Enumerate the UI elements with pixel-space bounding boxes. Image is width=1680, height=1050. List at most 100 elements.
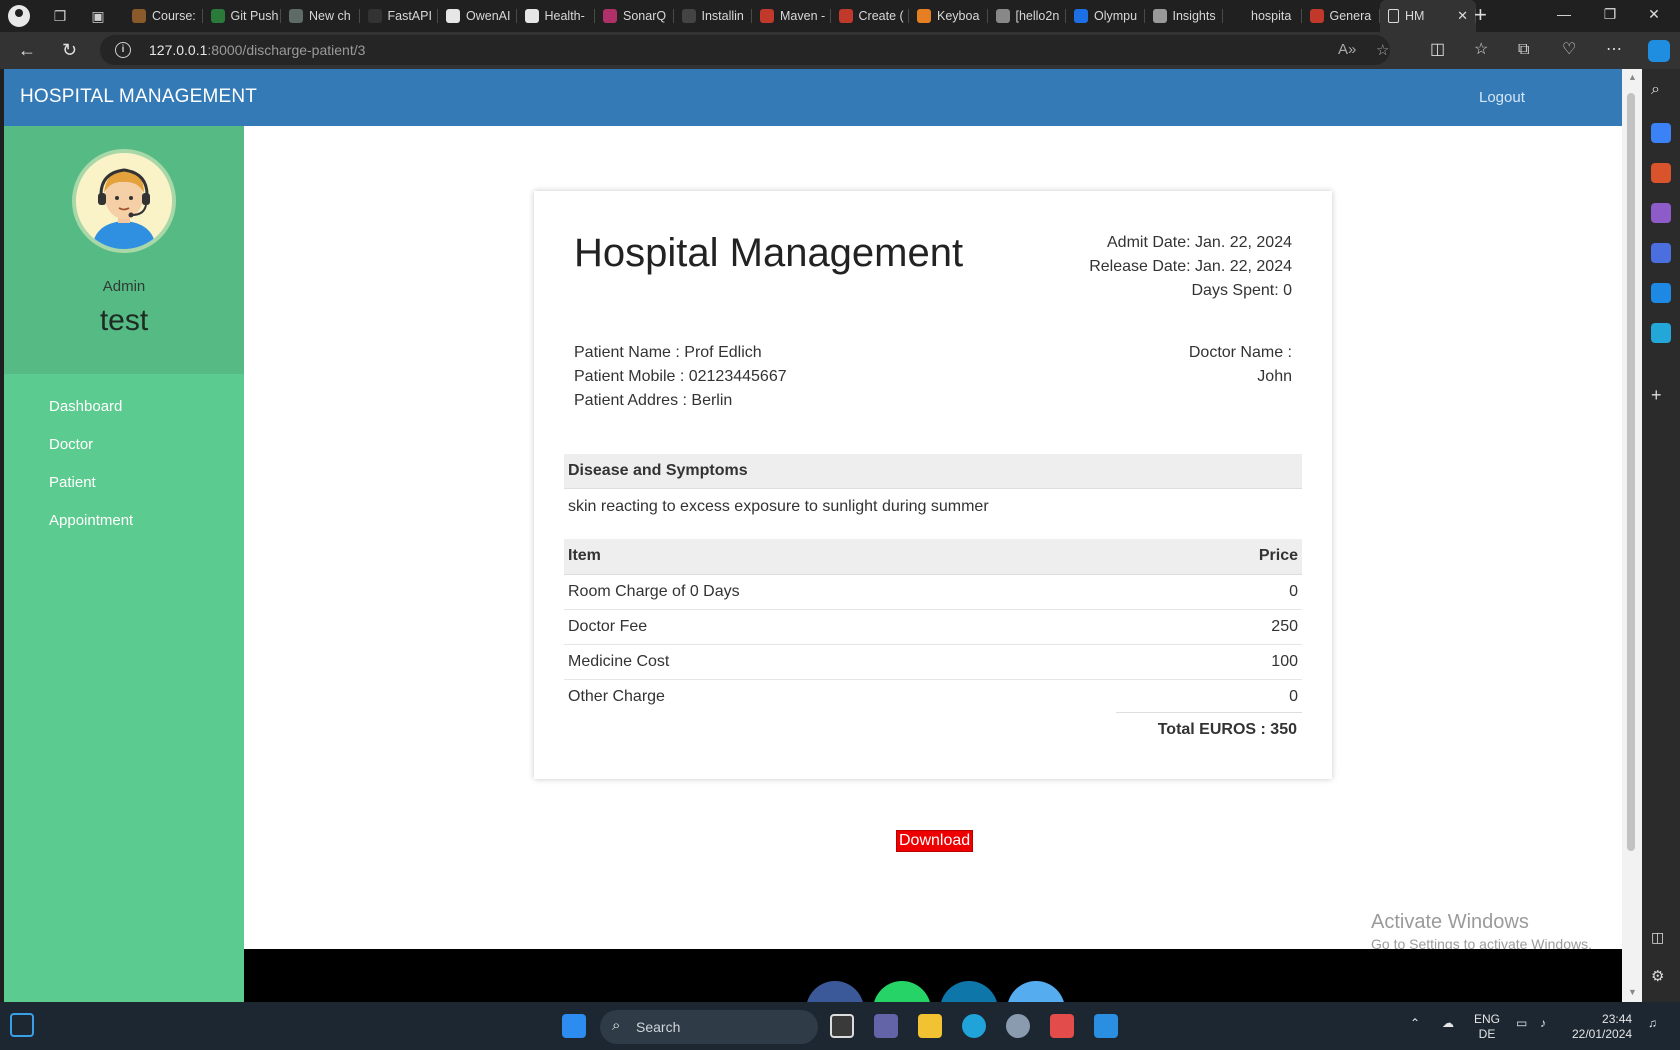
site-info-icon[interactable]: i xyxy=(115,42,131,58)
start-icon[interactable] xyxy=(562,1014,586,1038)
read-aloud-icon[interactable]: A» xyxy=(1338,41,1356,58)
whatsapp-icon[interactable] xyxy=(873,981,931,1002)
profile-icon[interactable] xyxy=(8,5,30,27)
browser-tab[interactable]: [hello2n xyxy=(988,0,1067,32)
sidebar-item-appointment[interactable]: Appointment xyxy=(49,502,133,540)
browser-tab-label: [hello2n xyxy=(1015,9,1060,23)
back-icon[interactable]: ← xyxy=(18,40,36,60)
price-cell: 100 xyxy=(1148,644,1302,680)
search-icon[interactable]: ⌕ xyxy=(1651,81,1671,101)
linkedin-icon[interactable] xyxy=(940,981,998,1002)
favorites-icon[interactable]: ☆ xyxy=(1474,40,1488,60)
twitter-icon[interactable] xyxy=(1007,981,1065,1002)
refresh-icon[interactable]: ↻ xyxy=(62,40,77,60)
clock-date: 22/01/2024 xyxy=(1572,1027,1633,1041)
patient-mobile: Patient Mobile : 02123445667 xyxy=(574,368,787,385)
shopping-icon[interactable] xyxy=(1651,123,1671,143)
charges-header-row: Item Price xyxy=(564,539,1302,575)
games-icon[interactable] xyxy=(1651,203,1671,223)
restore-icon[interactable]: ❐ xyxy=(1600,6,1620,23)
browser-tab-label: Git Push xyxy=(230,9,279,23)
tools-icon[interactable] xyxy=(1651,163,1671,183)
page-scrollbar[interactable]: ▲ ▼ xyxy=(1622,69,1642,1002)
settings-gear-icon[interactable]: ⚙ xyxy=(1651,967,1671,987)
browser-tab[interactable]: SonarQ xyxy=(595,0,674,32)
more-menu-icon[interactable]: ⋯ xyxy=(1606,40,1622,60)
copilot-icon[interactable] xyxy=(1648,40,1670,62)
browser-tab[interactable]: Insights xyxy=(1145,0,1224,32)
browser-tab[interactable]: Create ( xyxy=(831,0,910,32)
browser-tab[interactable]: New ch xyxy=(281,0,360,32)
browser-tab[interactable]: FastAPI xyxy=(360,0,439,32)
taskbar-search[interactable]: ⌕ Search xyxy=(600,1010,818,1044)
bill-dates: Admit Date: Jan. 22, 2024 Release Date: … xyxy=(1089,231,1292,303)
user-role: Admin xyxy=(102,278,146,295)
favorite-star-icon[interactable]: ☆ xyxy=(1376,41,1389,59)
language-indicator[interactable]: ENG DE xyxy=(1474,1012,1500,1042)
tab-actions-icon[interactable]: ▣ xyxy=(88,6,108,26)
browser-tab[interactable]: OwenAI xyxy=(438,0,517,32)
widgets-icon[interactable] xyxy=(10,1013,34,1037)
microsoft365-icon[interactable] xyxy=(1651,243,1671,263)
browser-tab[interactable]: Git Push xyxy=(203,0,282,32)
hide-sidebar-icon[interactable]: ◫ xyxy=(1651,929,1671,949)
network-icon[interactable]: ▭ xyxy=(1516,1016,1527,1031)
browser-tab[interactable]: Genera xyxy=(1302,0,1381,32)
edge-browser-icon[interactable] xyxy=(962,1014,986,1038)
drop-icon[interactable] xyxy=(1651,323,1671,343)
anydesk-icon[interactable] xyxy=(1050,1014,1074,1038)
new-tab-icon[interactable]: + xyxy=(1474,4,1487,26)
browser-tab-label: Insights xyxy=(1172,9,1216,23)
facebook-icon[interactable] xyxy=(806,981,864,1002)
close-window-icon[interactable]: ✕ xyxy=(1644,6,1664,23)
chatgpt-icon xyxy=(289,9,303,23)
sidebar-item-patient[interactable]: Patient xyxy=(49,464,133,502)
tray-chevron-icon[interactable]: ⌃ xyxy=(1410,1016,1420,1031)
onedrive-icon[interactable]: ☁ xyxy=(1442,1016,1454,1031)
logout-link[interactable]: Logout xyxy=(1479,89,1525,106)
browser-tab[interactable]: Installin xyxy=(674,0,753,32)
brand-title[interactable]: HOSPITAL MANAGEMENT xyxy=(20,86,257,108)
file-explorer-icon[interactable] xyxy=(918,1014,942,1038)
settings-icon[interactable] xyxy=(1006,1014,1030,1038)
split-screen-icon[interactable]: ◫ xyxy=(1430,40,1445,60)
browser-tab[interactable]: Health- xyxy=(517,0,596,32)
side-menu: Dashboard Doctor Patient Appointment xyxy=(49,388,133,540)
scroll-up-icon[interactable]: ▲ xyxy=(1628,72,1637,82)
teams-icon[interactable] xyxy=(874,1014,898,1038)
tab-list: Course: Git Push New ch FastAPI OwenAI Health… xyxy=(124,0,1476,32)
sidebar-item-doctor[interactable]: Doctor xyxy=(49,426,133,464)
add-sidebar-app-icon[interactable]: + xyxy=(1651,385,1671,405)
browser-tab[interactable]: Olympu xyxy=(1066,0,1145,32)
url-host: 127.0.0.1 xyxy=(149,42,208,58)
docs-icon xyxy=(1231,9,1245,23)
workspaces-icon[interactable]: ❐ xyxy=(50,6,70,26)
address-bar[interactable]: i 127.0.0.1:8000/discharge-patient/3 A» … xyxy=(100,35,1390,65)
minimize-icon[interactable]: — xyxy=(1554,6,1574,22)
browser-tab-label: FastAPI xyxy=(387,9,432,23)
sidebar-item-dashboard[interactable]: Dashboard xyxy=(49,388,133,426)
url-text[interactable]: 127.0.0.1:8000/discharge-patient/3 xyxy=(149,42,365,58)
table-row: Room Charge of 0 Days 0 xyxy=(564,574,1302,610)
page-viewport: HOSPITAL MANAGEMENT Logout Admin test Da… xyxy=(4,69,1622,1002)
browser-tab-label: Create ( xyxy=(858,9,904,23)
browser-tab[interactable]: Course: xyxy=(124,0,203,32)
browser-tab-active[interactable]: HM ✕ xyxy=(1380,0,1476,32)
outlook-icon[interactable] xyxy=(1651,283,1671,303)
browser-tab-label: Genera xyxy=(1329,9,1372,23)
task-view-icon[interactable] xyxy=(830,1014,854,1038)
close-tab-icon[interactable]: ✕ xyxy=(1457,8,1468,24)
collections-icon[interactable]: ⧉ xyxy=(1518,40,1529,60)
volume-icon[interactable]: ♪ xyxy=(1540,1016,1546,1031)
page-icon xyxy=(1388,9,1399,23)
scroll-down-icon[interactable]: ▼ xyxy=(1628,987,1637,997)
download-button[interactable]: Download xyxy=(896,830,974,852)
browser-tab[interactable]: Maven - xyxy=(752,0,831,32)
scroll-thumb[interactable] xyxy=(1627,93,1635,851)
clock[interactable]: 23:44 22/01/2024 xyxy=(1572,1012,1632,1042)
notification-bell-icon[interactable]: ♫ xyxy=(1648,1016,1657,1031)
vscode-icon[interactable] xyxy=(1094,1014,1118,1038)
browser-tab[interactable]: hospita xyxy=(1223,0,1302,32)
performance-icon[interactable]: ♡ xyxy=(1562,40,1576,60)
browser-tab[interactable]: Keyboa xyxy=(909,0,988,32)
